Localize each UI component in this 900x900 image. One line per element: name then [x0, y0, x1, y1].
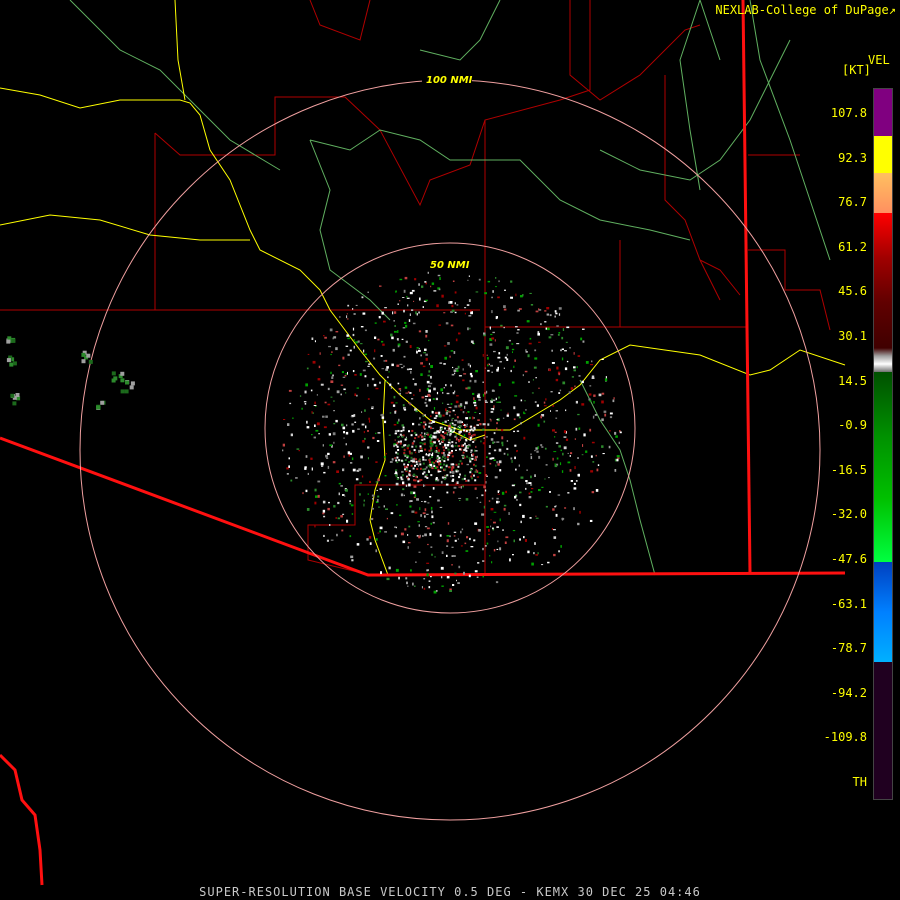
colorbar-tick: 45.6 [838, 284, 867, 299]
range-rings [79, 79, 821, 821]
external-link-icon[interactable]: ↗ [889, 3, 896, 17]
colorbar-tick: 76.7 [838, 195, 867, 210]
radar-map: 50 NMI 100 NMI [0, 0, 846, 886]
county-boundaries [0, 0, 831, 576]
colorbar-tick: 92.3 [838, 150, 867, 165]
state-boundaries [0, 0, 846, 886]
colorbar-tick: -0.9 [838, 418, 867, 433]
legend-product: VEL [868, 53, 890, 67]
product-caption: SUPER-RESOLUTION BASE VELOCITY 0.5 DEG -… [199, 885, 701, 899]
colorbar-tick: -63.1 [830, 596, 867, 611]
colorbar-tick: -47.6 [830, 552, 867, 566]
legend-unit: [KT] [842, 63, 871, 77]
velocity-echoes [6, 271, 622, 594]
colorbar-tick: -16.5 [830, 462, 867, 477]
ring-100-label: 100 NMI [426, 75, 473, 86]
velocity-colorbar [873, 88, 893, 800]
colorbar-tick: 61.2 [838, 239, 867, 254]
ring-labels: 50 NMI 100 NMI [422, 73, 473, 271]
colorbar-tick: -78.7 [830, 641, 867, 656]
colorbar-tick: 107.8 [830, 106, 867, 120]
rivers [69, 0, 831, 576]
colorbar-tick: 30.1 [838, 329, 867, 343]
credit-label: NEXLAB-College of DuPage↗ [715, 3, 896, 17]
colorbar-tick: TH [852, 775, 867, 789]
colorbar-tick: -32.0 [830, 507, 867, 522]
colorbar-tick: -94.2 [830, 685, 867, 700]
colorbar-tick: 14.5 [838, 373, 867, 388]
colorbar-tick: -109.8 [823, 730, 867, 745]
ring-50-label: 50 NMI [430, 260, 470, 271]
ring-100 [79, 79, 821, 821]
